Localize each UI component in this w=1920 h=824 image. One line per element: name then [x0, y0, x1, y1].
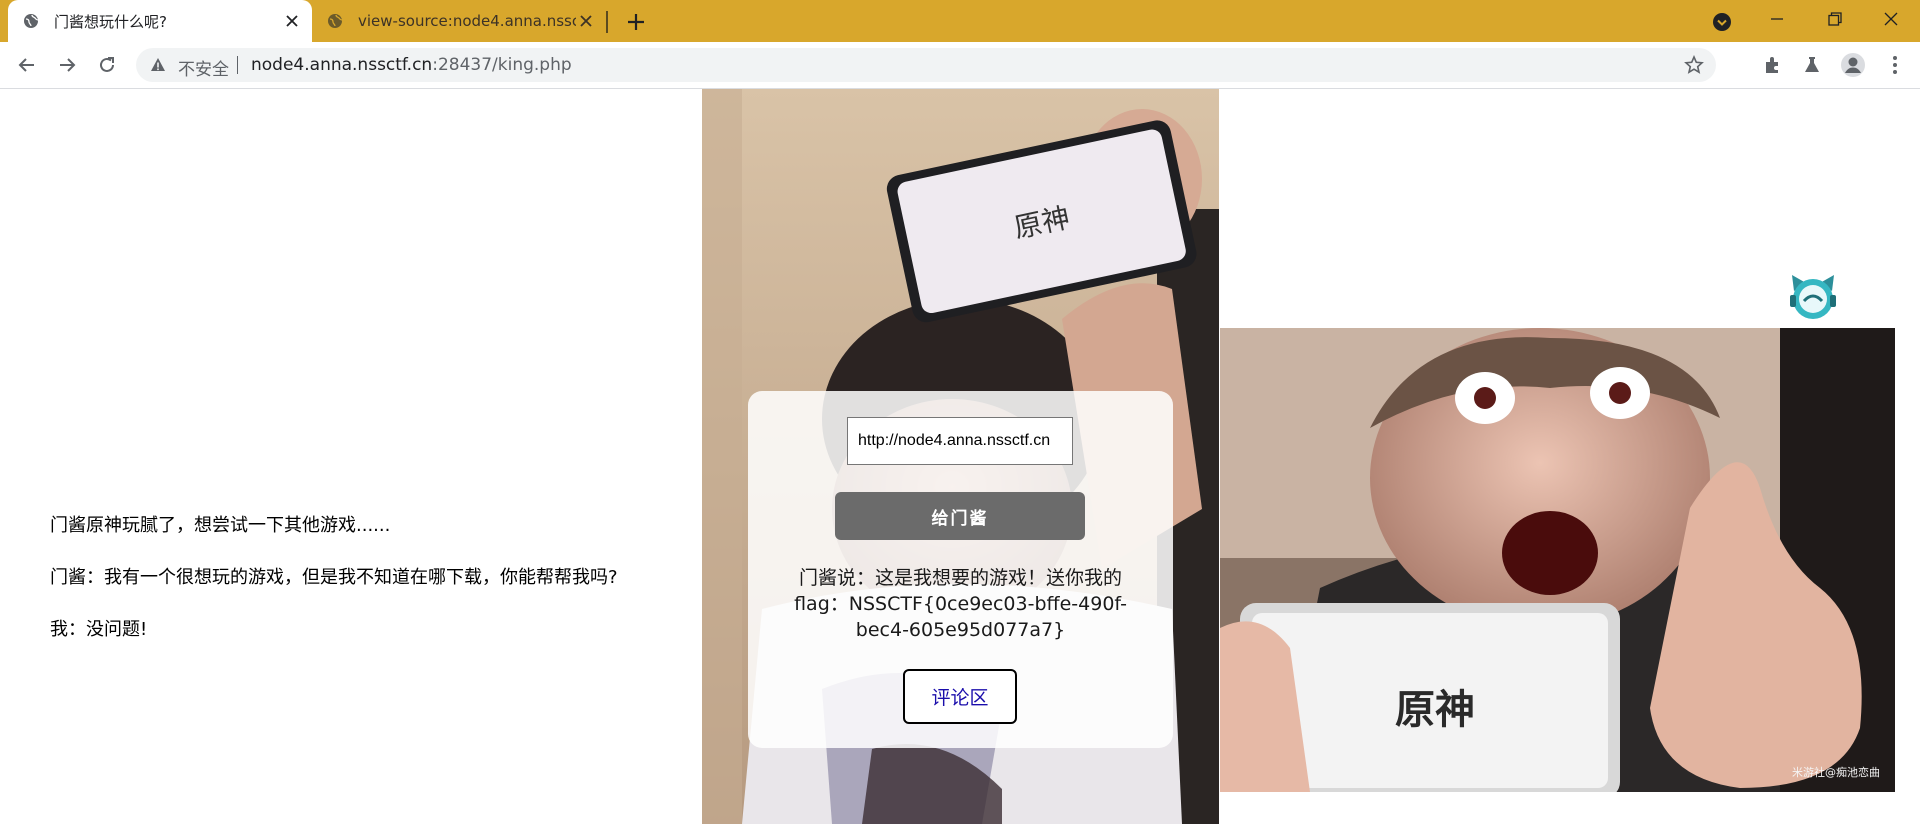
tab-strip: 门酱想玩什么呢? view-source:node4.anna.nssctf.c…	[0, 0, 1920, 42]
restore-button[interactable]	[1806, 0, 1864, 38]
warning-icon	[151, 58, 165, 71]
url-path: :28437/king.php	[432, 55, 572, 75]
lab-flask-icon[interactable]	[1797, 50, 1827, 80]
right-photo: 原神 米游社@痴池恋曲	[1220, 328, 1895, 792]
mascot-avatar-icon[interactable]	[1788, 271, 1838, 321]
tab-separator	[606, 11, 608, 33]
browser-toolbar: 不安全 node4.anna.nssctf.cn:28437/king.php	[0, 42, 1920, 89]
menu-kebab-icon[interactable]	[1880, 50, 1910, 80]
security-label[interactable]: 不安全	[178, 55, 229, 80]
star-icon[interactable]	[1684, 55, 1704, 75]
extensions-icon[interactable]	[1758, 50, 1788, 80]
tab-title: view-source:node4.anna.nssctf.cn:28437/k…	[358, 12, 576, 30]
address-bar[interactable]: 不安全 node4.anna.nssctf.cn:28437/king.php	[136, 48, 1716, 82]
globe-icon	[22, 12, 40, 30]
story-line: 门酱：我有一个很想玩的游戏，但是我不知道在哪下载，你能帮帮我吗?	[50, 567, 618, 588]
url-input[interactable]	[847, 417, 1073, 465]
flag-result-text: 门酱说：这是我想要的游戏！送你我的flag：NSSCTF{0ce9ec03-bf…	[794, 567, 1127, 641]
give-button[interactable]: 给门酱	[835, 492, 1085, 540]
url-host: node4.anna.nssctf.cn	[251, 55, 433, 75]
tab-active[interactable]: 门酱想玩什么呢?	[8, 0, 312, 42]
tab-title: 门酱想玩什么呢?	[54, 12, 167, 31]
globe-icon	[326, 12, 344, 30]
story-text: 门酱原神玩腻了，想尝试一下其他游戏...... 门酱：我有一个很想玩的游戏，但是…	[50, 513, 618, 669]
new-tab-button[interactable]	[622, 8, 650, 36]
reload-button[interactable]	[92, 50, 122, 80]
watermark: 米游社@痴池恋曲	[1792, 765, 1880, 779]
comment-section-link[interactable]: 评论区	[903, 669, 1017, 724]
tab-inactive[interactable]: view-source:node4.anna.nssctf.cn:28437/k…	[314, 0, 606, 42]
url-text[interactable]: node4.anna.nssctf.cn:28437/king.php	[251, 55, 572, 75]
divider	[237, 56, 238, 74]
close-icon[interactable]	[282, 11, 302, 31]
close-icon[interactable]	[576, 11, 596, 31]
page-content: 门酱原神玩腻了，想尝试一下其他游戏...... 门酱：我有一个很想玩的游戏，但是…	[0, 89, 1920, 824]
back-button[interactable]	[12, 50, 42, 80]
phone-logo: 原神	[1395, 686, 1475, 733]
close-window-button[interactable]	[1862, 0, 1920, 38]
game-form-card: 给门酱 门酱说：这是我想要的游戏！送你我的flag：NSSCTF{0ce9ec0…	[748, 391, 1173, 748]
story-line: 我：没问题!	[50, 619, 148, 640]
story-line: 门酱原神玩腻了，想尝试一下其他游戏......	[50, 515, 391, 536]
forward-button[interactable]	[52, 50, 82, 80]
tab-search-icon[interactable]	[1710, 10, 1734, 34]
minimize-button[interactable]	[1748, 0, 1806, 38]
profile-avatar-icon[interactable]	[1838, 50, 1868, 80]
